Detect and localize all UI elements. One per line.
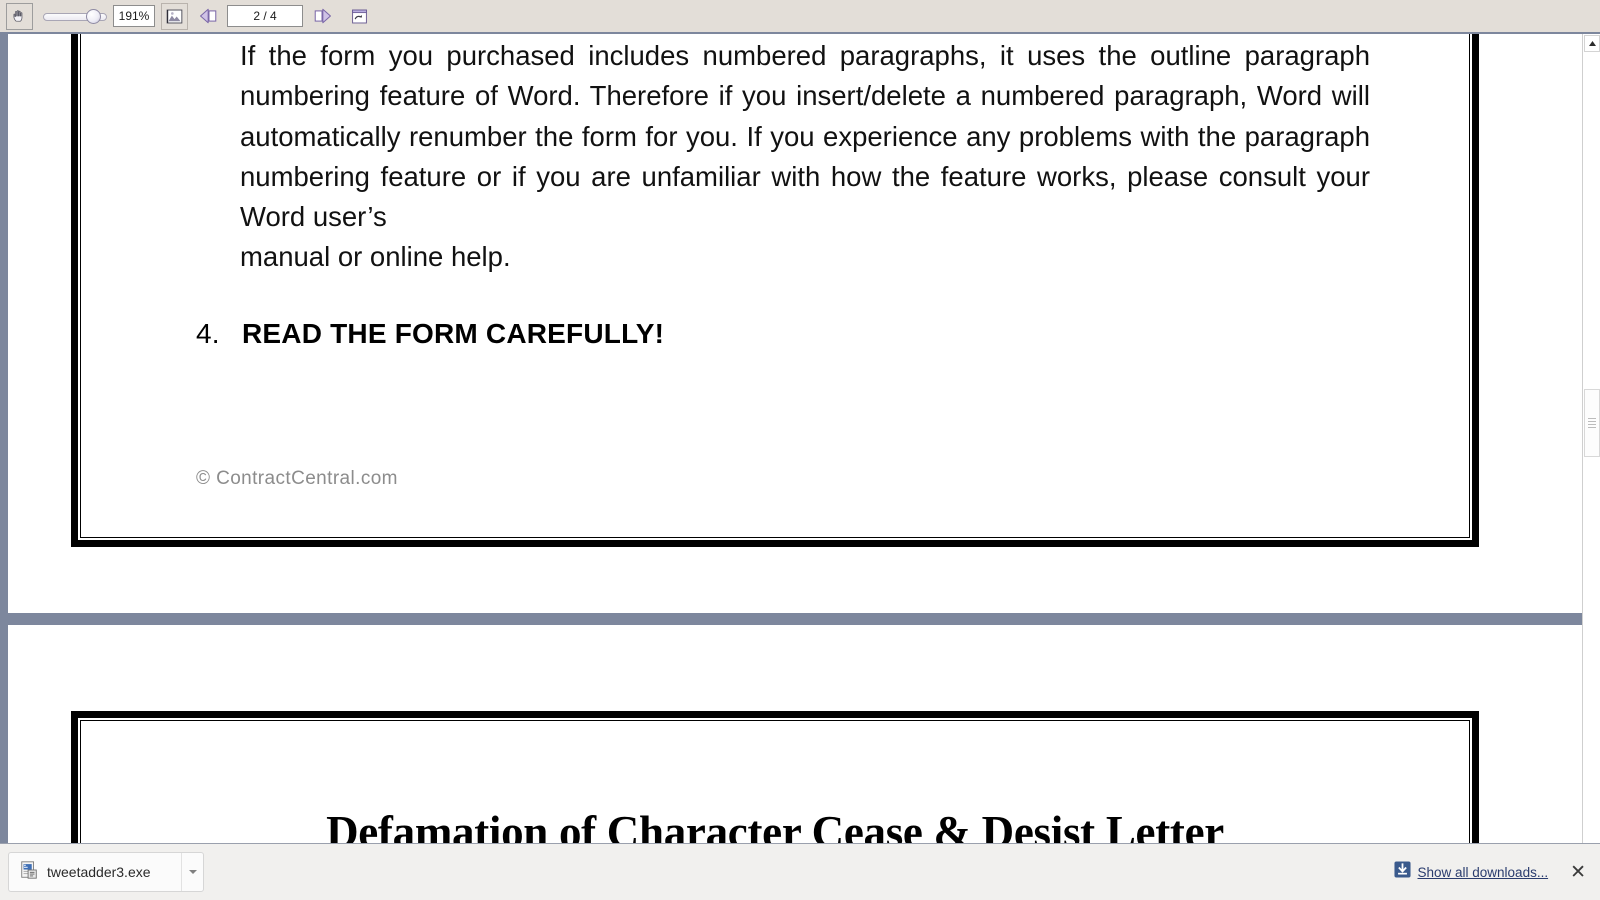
- next-page-button[interactable]: [308, 3, 335, 30]
- viewer-toolbar: 191% 2 / 4: [0, 0, 1600, 34]
- chevron-down-icon: [188, 870, 197, 874]
- fit-page-icon: [166, 9, 183, 23]
- page-number-input[interactable]: 2 / 4: [227, 5, 303, 27]
- numbered-heading-number: 4.: [196, 318, 220, 349]
- zoom-slider[interactable]: [41, 3, 109, 30]
- download-item[interactable]: tweetadder3.exe: [8, 852, 204, 892]
- next-page-icon: [314, 8, 331, 24]
- download-file-name: tweetadder3.exe: [47, 864, 151, 880]
- document-border-frame-page3: Defamation of Character Cease & Desist L…: [71, 711, 1479, 843]
- page3-title: Defamation of Character Cease & Desist L…: [326, 807, 1224, 843]
- pdf-viewer-window: 191% 2 / 4 If the form you purchased inc…: [0, 0, 1600, 900]
- page-separator: [8, 613, 1582, 625]
- page-sheet-3: Defamation of Character Cease & Desist L…: [8, 625, 1582, 843]
- numbered-heading-item: 4. READ THE FORM CAREFULLY!: [196, 318, 664, 350]
- vertical-scrollbar[interactable]: [1582, 34, 1600, 843]
- viewer-left-rail: [0, 34, 8, 843]
- executable-file-icon: [19, 860, 39, 885]
- chevron-up-icon: [1588, 41, 1596, 46]
- previous-page-button[interactable]: [195, 3, 222, 30]
- copyright-notice: © ContractCentral.com: [196, 468, 398, 489]
- download-options-caret[interactable]: [181, 853, 203, 891]
- close-downloads-bar-button[interactable]: ✕: [1570, 863, 1586, 882]
- show-downloads-icon: [1393, 861, 1411, 883]
- body-paragraph-text: If the form you purchased includes numbe…: [240, 40, 1370, 233]
- hand-icon: [13, 9, 23, 22]
- document-border-frame-page2: If the form you purchased includes numbe…: [71, 34, 1479, 547]
- fit-page-button[interactable]: [161, 2, 188, 30]
- downloads-bar-actions: Show all downloads... ✕: [1393, 861, 1600, 883]
- document-viewport: If the form you purchased includes numbe…: [0, 34, 1600, 843]
- body-paragraph-lastline: manual or online help.: [240, 241, 511, 273]
- zoom-level-input[interactable]: 191%: [113, 5, 155, 27]
- downloads-bar: tweetadder3.exe Show all downloads... ✕: [0, 843, 1600, 900]
- rotate-icon: [352, 9, 367, 23]
- rotate-view-button[interactable]: [346, 3, 373, 30]
- previous-page-icon: [199, 8, 216, 24]
- scrollbar-grip-icon: [1588, 416, 1596, 430]
- hand-tool-button[interactable]: [6, 2, 33, 30]
- body-paragraph: If the form you purchased includes numbe…: [240, 36, 1370, 278]
- numbered-heading-text: READ THE FORM CAREFULLY!: [242, 318, 665, 349]
- scrollbar-thumb[interactable]: [1584, 389, 1600, 457]
- zoom-slider-thumb[interactable]: [86, 8, 101, 24]
- scroll-up-button[interactable]: [1584, 35, 1600, 52]
- page-sheet-2: If the form you purchased includes numbe…: [8, 34, 1582, 613]
- show-all-downloads-link[interactable]: Show all downloads...: [1418, 865, 1549, 880]
